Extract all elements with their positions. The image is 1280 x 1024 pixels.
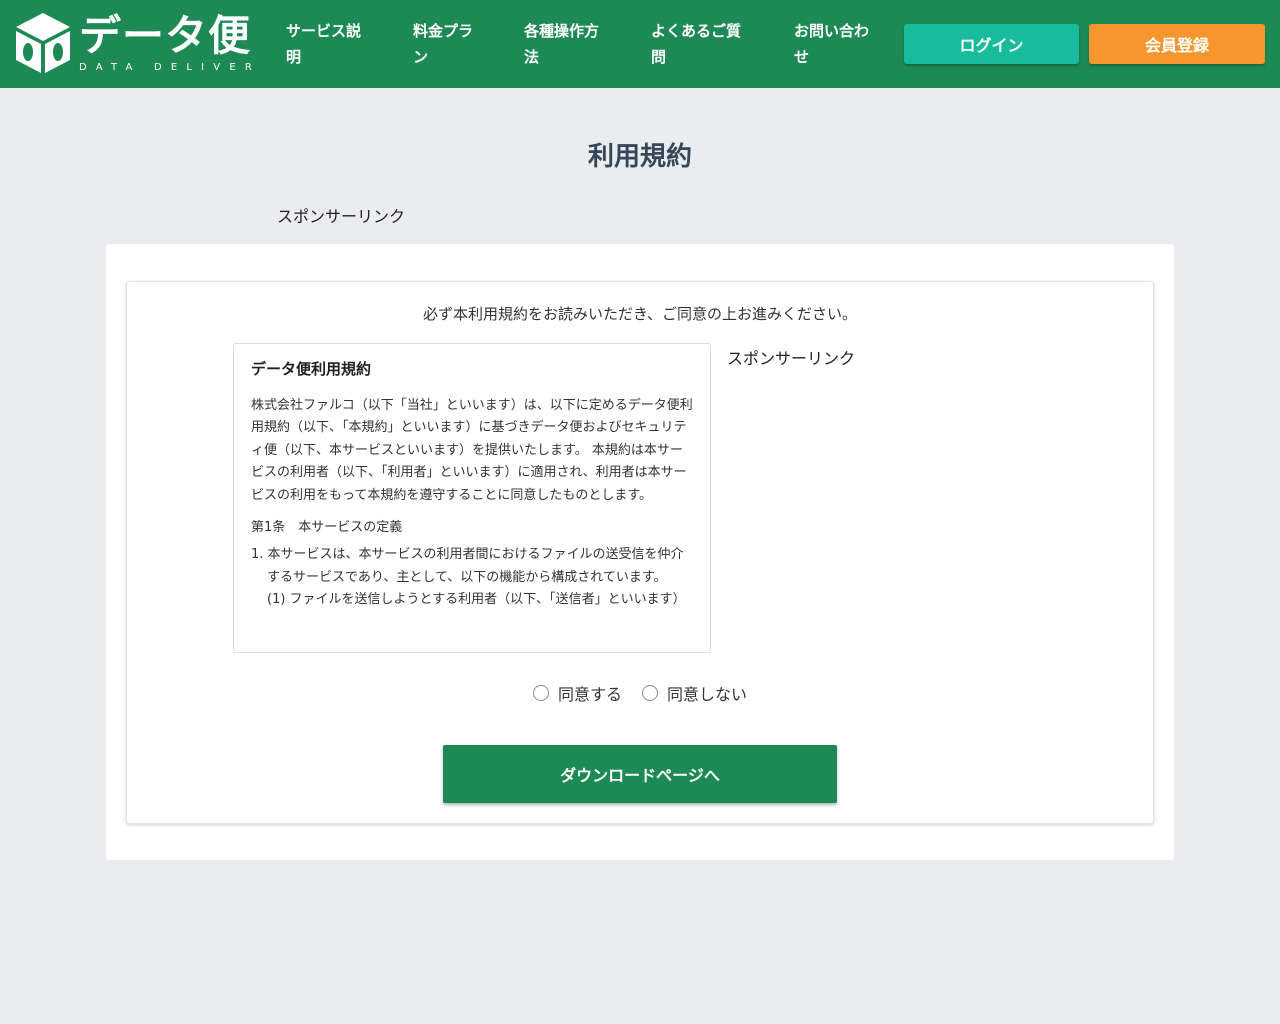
- terms-intro: 株式会社ファルコ（以下「当社」といいます）は、以下に定めるデータ便利用規約（以下…: [251, 398, 693, 503]
- radio-circle-icon[interactable]: [642, 685, 658, 701]
- disagree-label: 同意しない: [667, 685, 748, 704]
- login-button[interactable]: ログイン: [904, 24, 1079, 64]
- site-header: データ便 DATA DELIVER サービス説 明 料金プラ ン 各種操作方 法…: [0, 0, 1280, 88]
- cube-logo-icon: [16, 13, 70, 73]
- nav-how-to-use[interactable]: 各種操作方 法: [524, 18, 599, 70]
- nav-faq[interactable]: よくあるご質 問: [651, 18, 741, 70]
- nav-service-description[interactable]: サービス説 明: [286, 18, 361, 70]
- sponsor-link-label-top: スポンサーリンク: [277, 207, 406, 226]
- nav-contact[interactable]: お問い合わ せ: [794, 18, 869, 70]
- terms-article-heading: 第1条 本サービスの定義: [251, 520, 403, 536]
- logo-title: データ便: [79, 11, 252, 60]
- terms-title: データ便利用規約: [251, 360, 372, 378]
- agreement-notice: 必ず本利用規約をお読みいただき、ご同意の上お進みください。: [423, 305, 857, 323]
- terms-list-item: 1. 本サービスは、本サービスの利用者間におけるファイルの送受信を仲介するサービ…: [251, 547, 684, 585]
- register-button[interactable]: 会員登録: [1089, 24, 1265, 64]
- terms-scroll-box[interactable]: データ便利用規約 株式会社ファルコ（以下「当社」といいます）は、以下に定めるデー…: [233, 343, 711, 653]
- site-logo[interactable]: データ便 DATA DELIVER: [15, 11, 255, 76]
- agree-label: 同意する: [557, 685, 622, 704]
- nav-pricing-plan[interactable]: 料金プラ ン: [413, 18, 473, 70]
- radio-circle-icon[interactable]: [532, 685, 549, 701]
- agreement-radio-group: 同意する 同意しない: [0, 681, 1280, 705]
- agree-radio[interactable]: 同意する: [532, 681, 622, 705]
- logo-subtitle: DATA DELIVER: [79, 62, 261, 73]
- page-title: 利用規約: [587, 142, 692, 172]
- terms-sub-item: (1) ファイルを送信しようとする利用者（以下、「送信者」といいます）: [267, 592, 686, 608]
- sponsor-link-label-side: スポンサーリンク: [727, 349, 856, 368]
- download-page-button[interactable]: ダウンロードページへ: [443, 745, 837, 803]
- disagree-radio[interactable]: 同意しない: [642, 681, 747, 705]
